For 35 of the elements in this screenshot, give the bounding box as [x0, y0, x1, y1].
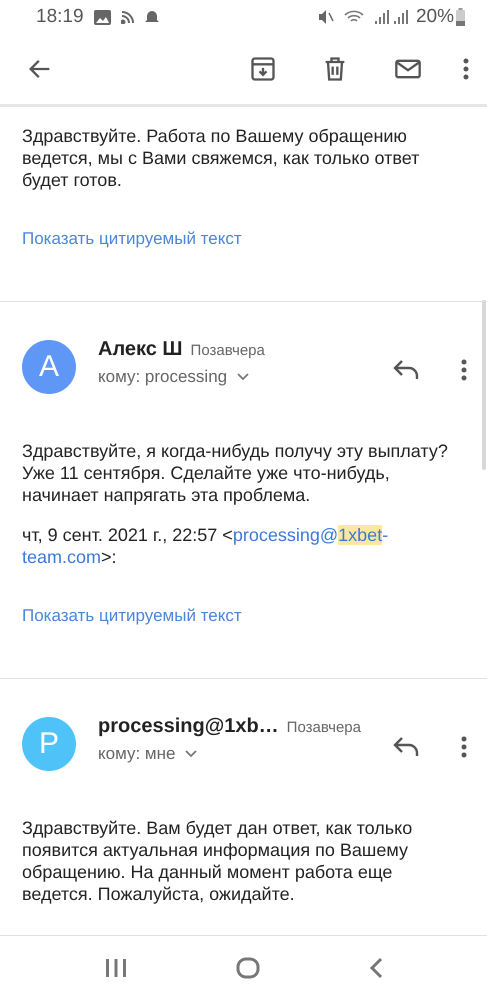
message-body: Здравствуйте. Работа по Вашему обращению ведется, мы с Вами свяжемся, как только ответ будет готов. — [22, 125, 420, 191]
email-link[interactable]: processing@1xbet- — [232, 525, 388, 545]
back-chevron-icon — [368, 957, 382, 979]
chevron-icon — [185, 750, 198, 758]
home-icon — [236, 957, 260, 979]
show-quoted-link[interactable]: Показать цитируемый текст — [22, 606, 242, 626]
message-body: Здравствуйте. Вам будет дан ответ, как только появится актуальная информация по Вашему обращению. На данный момент работа еще ведется. Пожалуйста, ожидайте. — [22, 817, 414, 905]
recipient-toggle[interactable]: кому: processing — [98, 367, 387, 387]
signal-icon — [374, 9, 410, 25]
avatar: P — [22, 717, 76, 771]
battery-icon — [456, 8, 465, 26]
recipient-toggle[interactable]: кому: мне — [98, 744, 387, 764]
chevron-icon — [237, 373, 250, 381]
sender-name: Алекс Ш — [98, 338, 183, 361]
avatar: A — [22, 340, 76, 394]
recent-apps-icon — [104, 958, 126, 978]
more-icon — [463, 57, 469, 81]
email-link[interactable]: team.com — [22, 547, 102, 567]
message-body: Здравствуйте, я когда-нибудь получу эту выплату? Уже 11 сентября. Сделайте уже что-нибудь, начинает напрягать эта проблема. — [22, 440, 449, 506]
more-icon — [461, 358, 467, 382]
sender-name: processing@1xb… — [98, 715, 279, 738]
show-quoted-link[interactable]: Показать цитируемый текст — [22, 229, 242, 249]
message-time: Позавчера — [190, 342, 265, 359]
image-icon — [94, 10, 111, 24]
reply-icon — [393, 358, 419, 380]
more-icon — [461, 735, 467, 759]
message-time: Позавчера — [286, 719, 361, 736]
reply-icon — [393, 735, 419, 757]
clock: 18:19 — [36, 6, 84, 28]
rss-icon — [120, 10, 134, 24]
quoted-date-end: >: — [101, 547, 117, 567]
mute-icon — [318, 9, 334, 25]
battery-percent: 20% — [416, 6, 454, 28]
quoted-date: чт, 9 сент. 2021 г., 22:57 < — [22, 525, 233, 545]
archive-icon — [249, 55, 277, 83]
